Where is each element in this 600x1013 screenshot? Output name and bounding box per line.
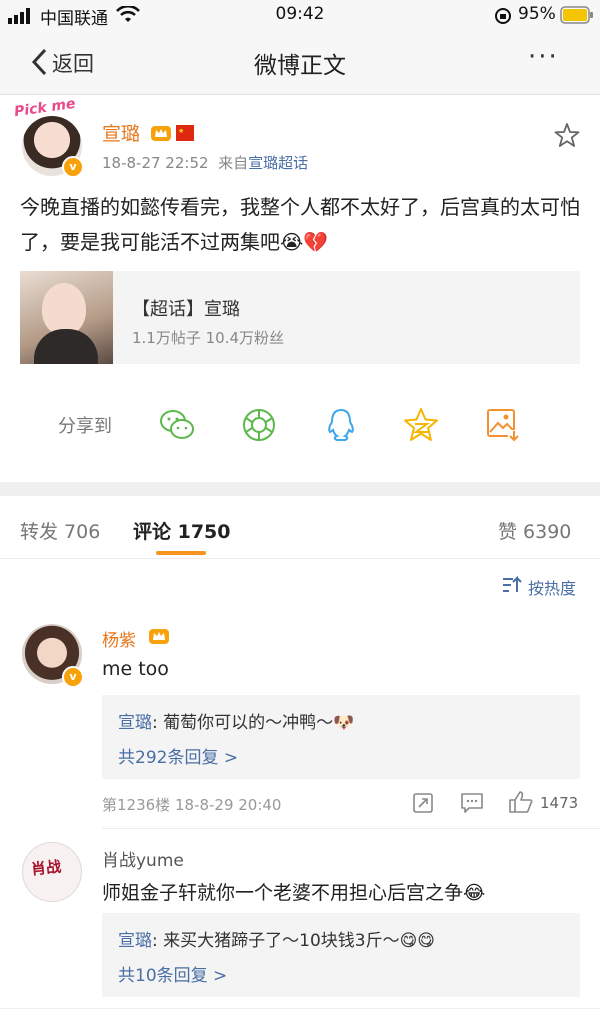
wechat-share-icon[interactable]	[158, 406, 196, 444]
crown-badge-icon	[151, 126, 171, 141]
view-replies-link[interactable]: 共292条回复 >	[118, 743, 238, 768]
svg-text:★: ★	[178, 127, 184, 135]
like-thumb-icon[interactable]	[508, 790, 534, 814]
post-source-prefix: 来自	[218, 154, 249, 172]
reply-preview: 宣璐: 来买大猪蹄子了～10块钱3斤～😋😋	[118, 926, 435, 951]
comment-divider	[102, 828, 600, 829]
orientation-lock-icon	[495, 8, 511, 24]
reply-username[interactable]: 宣璐	[118, 931, 152, 951]
post-meta: 18-8-27 22:52 来自宣璐超话	[102, 152, 308, 173]
tab-comments[interactable]: 评论 1750	[133, 517, 231, 544]
repost-comment-icon[interactable]	[412, 792, 434, 814]
avatar-text: 肖战	[30, 857, 62, 879]
author-name[interactable]: 宣璐	[102, 119, 140, 146]
reply-comment-icon[interactable]	[460, 792, 484, 814]
reply-text: : 葡萄你可以的～冲鸭～🐶	[152, 713, 355, 733]
comment-text: 师姐金子轩就你一个老婆不用担心后宫之争😂	[102, 882, 486, 904]
topic-thumbnail	[20, 271, 113, 364]
reply-box[interactable]: 宣璐: 葡萄你可以的～冲鸭～🐶 共292条回复 >	[102, 695, 580, 779]
flag-icon: ★	[176, 125, 194, 141]
battery-icon	[560, 6, 593, 24]
battery-percent: 95%	[518, 4, 556, 24]
post-source-link[interactable]: 宣璐超话	[248, 154, 308, 172]
active-tab-indicator	[156, 551, 206, 555]
more-options-button[interactable]: ···	[528, 42, 559, 72]
comment-text: me too	[102, 658, 169, 680]
commenter-avatar[interactable]: 肖战	[22, 842, 82, 902]
commenter-name[interactable]: 肖战yume	[102, 846, 184, 871]
tab-reposts[interactable]: 转发 706	[20, 517, 100, 544]
topic-card[interactable]: 【超话】宣璐 1.1万帖子 10.4万粉丝	[20, 271, 580, 364]
comment-meta: 第1236楼 18-8-29 20:40	[102, 796, 282, 814]
commenter-name[interactable]: 杨紫	[102, 626, 136, 651]
sort-by-hot-button[interactable]: 按热度	[528, 575, 576, 599]
save-image-icon[interactable]	[484, 406, 522, 444]
share-label: 分享到	[58, 416, 112, 437]
tab-likes[interactable]: 赞 6390	[498, 517, 571, 544]
post-text: 今晚直播的如懿传看完，我整个人都不太好了，后宫真的太可怕了，要是我可能活不过两集…	[20, 195, 580, 254]
reply-preview: 宣璐: 葡萄你可以的～冲鸭～🐶	[118, 708, 354, 733]
reply-text: : 来买大猪蹄子了～10块钱3斤～😋😋	[152, 931, 436, 951]
moments-share-icon[interactable]	[240, 406, 278, 444]
section-gap	[0, 482, 600, 496]
verified-badge-icon: v	[62, 156, 84, 178]
qzone-share-icon[interactable]	[402, 406, 440, 444]
verified-badge-icon: v	[62, 666, 84, 688]
sort-icon[interactable]	[502, 576, 522, 594]
crown-badge-icon	[149, 629, 169, 644]
qq-share-icon[interactable]	[322, 406, 360, 444]
post-timestamp: 18-8-27 22:52	[102, 154, 209, 172]
topic-stats: 1.1万帖子 10.4万粉丝	[132, 329, 285, 347]
view-replies-link[interactable]: 共10条回复 >	[118, 961, 227, 986]
page-title: 微博正文	[254, 53, 346, 79]
bottom-divider	[0, 1008, 600, 1009]
star-favorite-icon[interactable]	[554, 122, 580, 148]
reply-username[interactable]: 宣璐	[118, 713, 152, 733]
like-count: 1473	[540, 794, 579, 812]
tabs-divider	[0, 558, 600, 559]
reply-box[interactable]: 宣璐: 来买大猪蹄子了～10块钱3斤～😋😋 共10条回复 >	[102, 913, 580, 997]
topic-title: 【超话】宣璐	[132, 299, 240, 320]
